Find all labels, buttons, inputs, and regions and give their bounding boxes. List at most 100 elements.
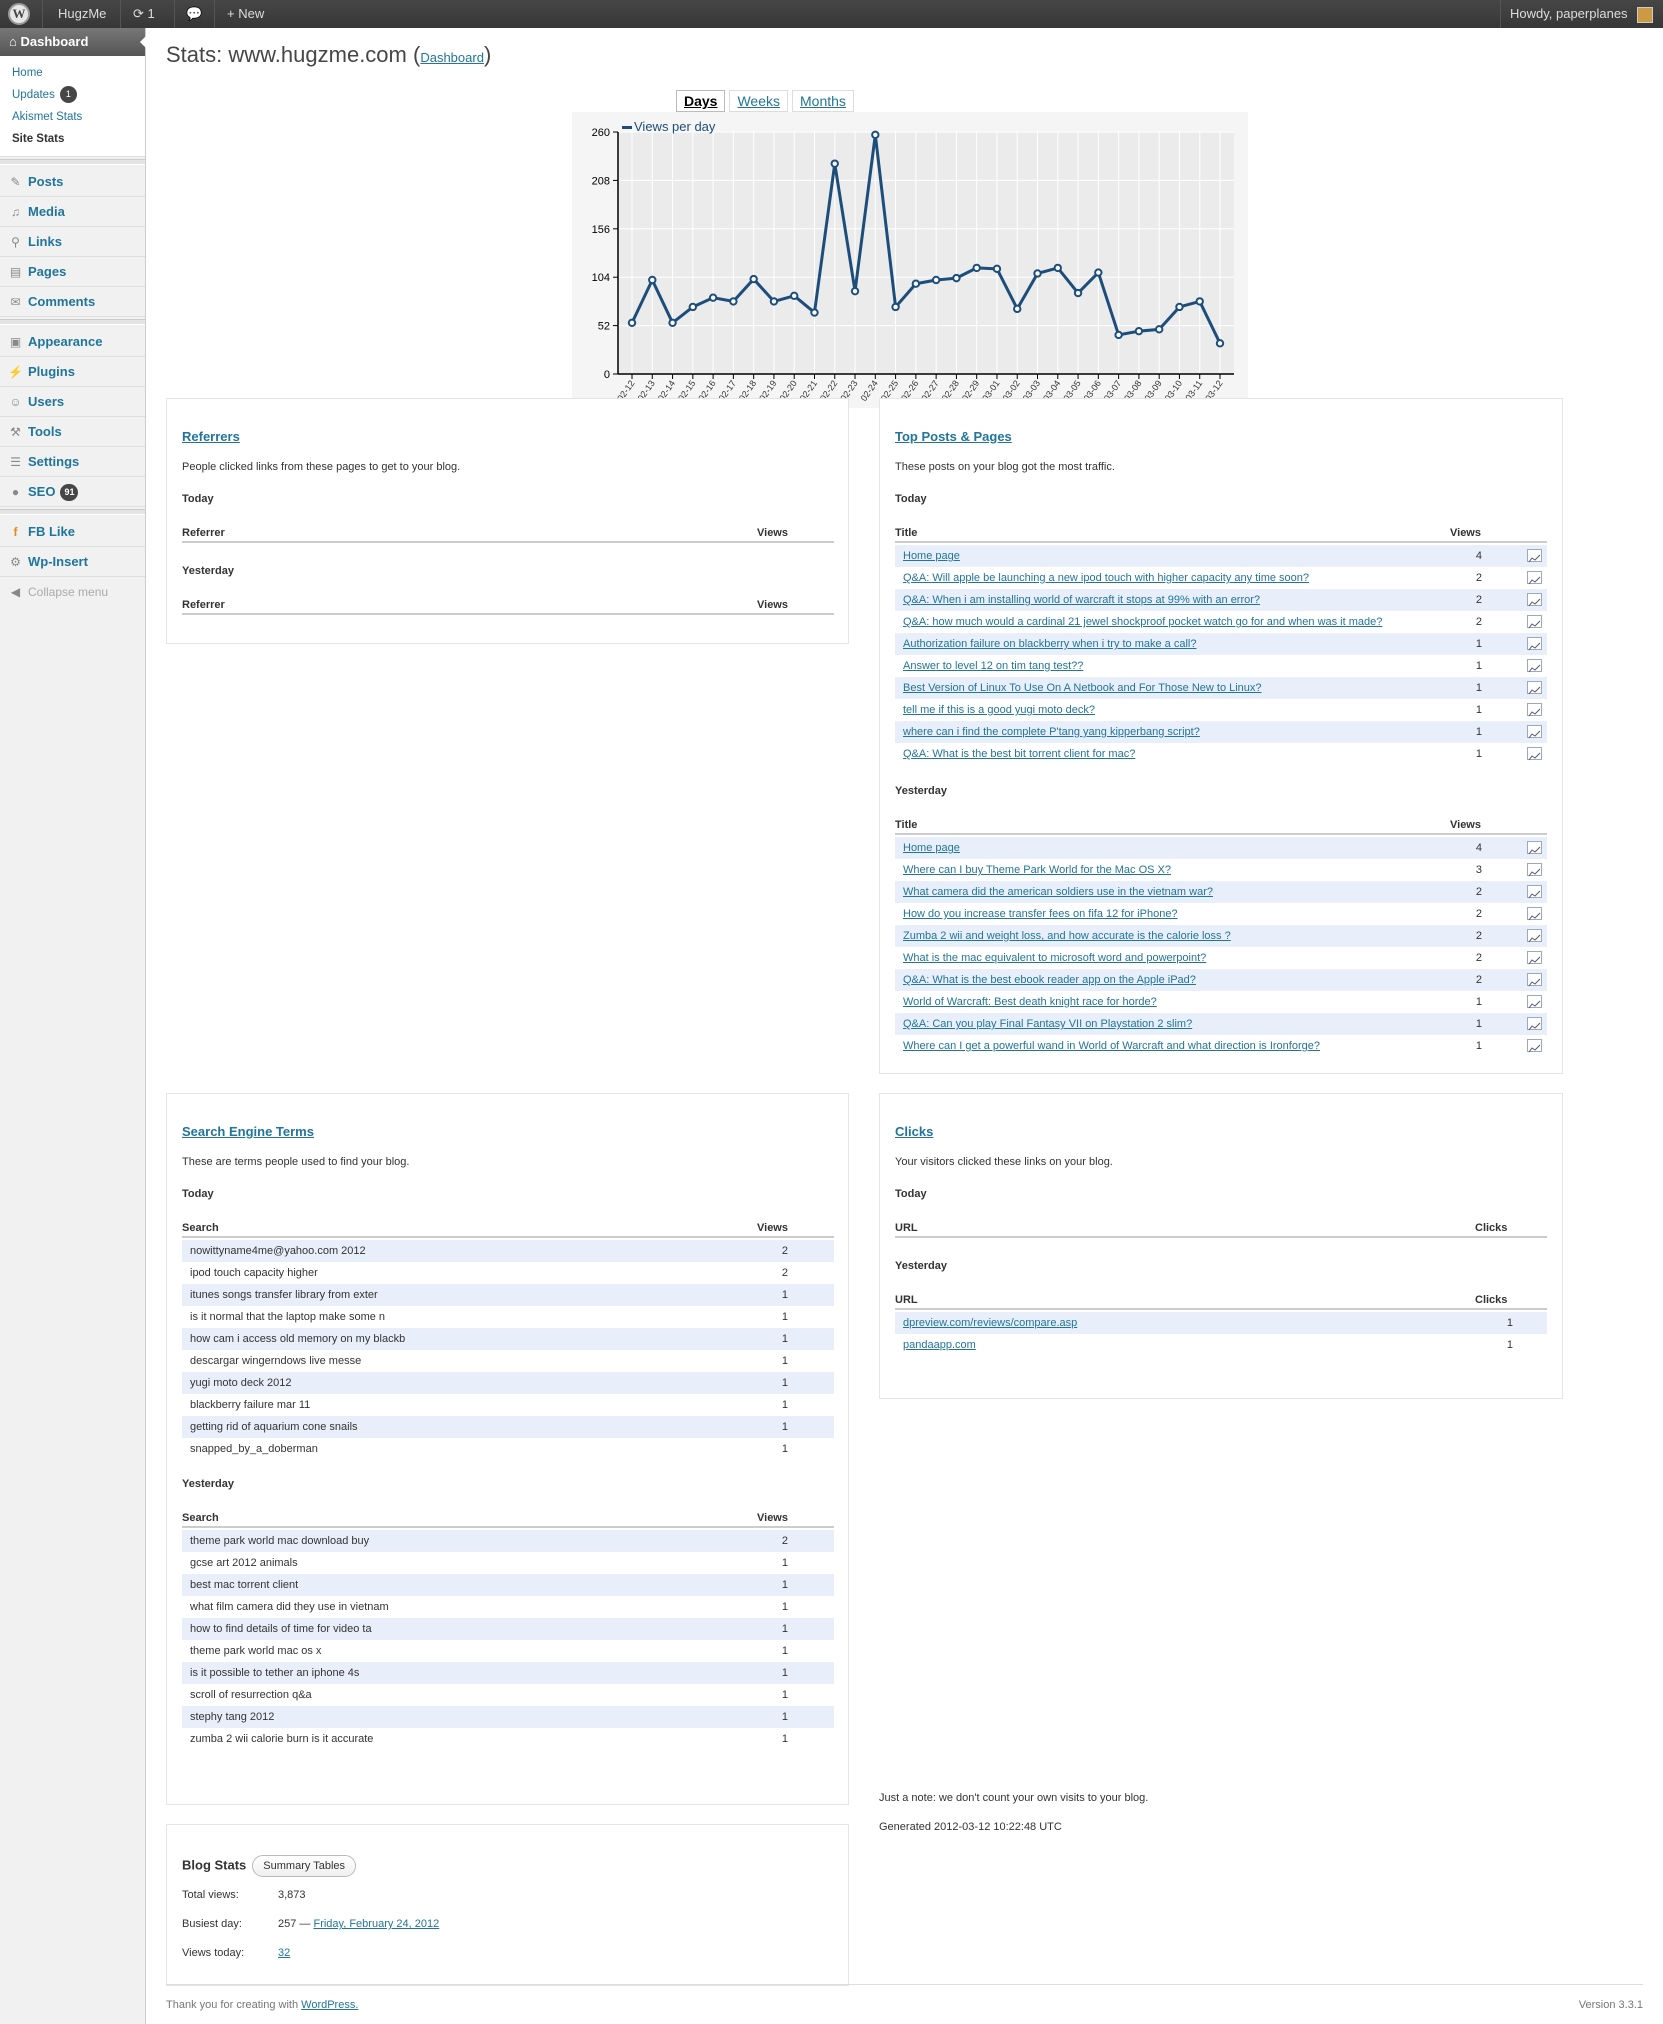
sparkline-chart-icon[interactable]: [1527, 1017, 1542, 1031]
submenu-updates[interactable]: Updates 1: [0, 84, 145, 106]
submenu-home[interactable]: Home: [0, 62, 145, 84]
tab-months[interactable]: Months: [792, 90, 854, 112]
menu-wp-insert[interactable]: ⚙ Wp-Insert: [0, 547, 145, 577]
top-posts-title[interactable]: Top Posts & Pages: [895, 429, 1012, 444]
views-today-link[interactable]: 32: [278, 1947, 290, 1959]
sparkline-chart-icon[interactable]: [1527, 747, 1542, 761]
menu-plugins[interactable]: ⚡ Plugins: [0, 357, 145, 387]
row-title: how to find details of time for video ta: [190, 1623, 372, 1635]
row-title[interactable]: Answer to level 12 on tim tang test??: [903, 655, 1450, 677]
sparkline-chart-icon[interactable]: [1527, 841, 1542, 855]
collapse-menu-button[interactable]: ◀ Collapse menu: [0, 577, 145, 607]
menu-links[interactable]: ⚲ Links: [0, 227, 145, 257]
row-title[interactable]: dpreview.com/reviews/compare.asp: [903, 1312, 1481, 1334]
row-title[interactable]: Where can I buy Theme Park World for the…: [903, 859, 1450, 881]
col-url: URL: [895, 1294, 918, 1306]
data-point: [1175, 302, 1184, 312]
sparkline-chart-icon[interactable]: [1527, 995, 1542, 1009]
sparkline-chart-icon[interactable]: [1527, 615, 1542, 629]
submenu-site-stats[interactable]: Site Stats: [0, 128, 145, 150]
table-row: nowittyname4me@yahoo.com 2012 2: [182, 1240, 834, 1262]
sparkline-chart-icon[interactable]: [1527, 929, 1542, 943]
row-title[interactable]: Home page: [903, 837, 1450, 859]
sparkline-chart-icon[interactable]: [1527, 549, 1542, 563]
sparkline-chart-icon[interactable]: [1527, 907, 1542, 921]
sparkline-chart-icon[interactable]: [1527, 571, 1542, 585]
row-value: 2: [781, 1267, 788, 1279]
menu-posts[interactable]: ✎ Posts: [0, 167, 145, 197]
referrers-title[interactable]: Referrers: [182, 429, 240, 444]
site-name-link[interactable]: HugzMe: [58, 0, 106, 28]
sparkline-chart-icon[interactable]: [1527, 681, 1542, 695]
row-title[interactable]: Q&A: Can you play Final Fantasy VII on P…: [903, 1013, 1450, 1035]
busiest-day-count: 257 —: [278, 1918, 311, 1930]
row-title[interactable]: Q&A: Will apple be launching a new ipod …: [903, 567, 1450, 589]
row-title[interactable]: pandaapp.com: [903, 1334, 1481, 1356]
summary-tables-button[interactable]: Summary Tables: [252, 1855, 357, 1877]
row-title[interactable]: Where can I get a powerful wand in World…: [903, 1035, 1450, 1057]
row-title[interactable]: How do you increase transfer fees on fif…: [903, 903, 1450, 925]
total-views-label: Total views:: [182, 1889, 239, 1901]
fb-icon: f: [13, 525, 18, 539]
sparkline-chart-icon[interactable]: [1527, 593, 1542, 607]
views-chart-svg: 05210415620826002-1202-1302-1402-1502-16…: [592, 119, 1234, 403]
sparkline-chart-icon[interactable]: [1527, 951, 1542, 965]
dashboard-link[interactable]: Dashboard: [420, 50, 484, 65]
sparkline-chart-icon[interactable]: [1527, 659, 1542, 673]
top-posts-yesterday-list: Home page 4 Where can I buy Theme Park Wor…: [895, 837, 1547, 1057]
table-row: how cam i access old memory on my blackb…: [182, 1328, 834, 1350]
sparkline-chart-icon[interactable]: [1527, 637, 1542, 651]
row-title[interactable]: Q&A: When i am installing world of warcr…: [903, 589, 1450, 611]
row-title[interactable]: Home page: [903, 545, 1450, 567]
data-point: [1094, 268, 1103, 277]
sparkline-chart-icon[interactable]: [1527, 973, 1542, 987]
row-value: 1: [1506, 1317, 1513, 1329]
menu-media[interactable]: ♫ Media: [0, 197, 145, 227]
menu-pages[interactable]: ▤ Pages: [0, 257, 145, 287]
wordpress-link[interactable]: WordPress.: [301, 1999, 358, 2011]
new-content-link[interactable]: + New: [227, 0, 264, 28]
sparkline-chart-icon[interactable]: [1527, 725, 1542, 739]
row-title[interactable]: Authorization failure on blackberry when…: [903, 633, 1450, 655]
menu-users[interactable]: ☺ Users: [0, 387, 145, 417]
row-title[interactable]: tell me if this is a good yugi moto deck…: [903, 699, 1450, 721]
menu-tools[interactable]: ⚒ Tools: [0, 417, 145, 447]
sparkline-chart-icon[interactable]: [1527, 885, 1542, 899]
sparkline-chart-icon[interactable]: [1527, 703, 1542, 717]
row-title[interactable]: Q&A: What is the best ebook reader app o…: [903, 969, 1450, 991]
tab-days[interactable]: Days: [676, 90, 726, 112]
updates-link[interactable]: ⟳ 1: [133, 0, 155, 28]
wordpress-logo-icon[interactable]: W: [8, 3, 30, 25]
tab-weeks[interactable]: Weeks: [729, 90, 789, 112]
row-title[interactable]: World of Warcraft: Best death knight rac…: [903, 991, 1450, 1013]
page-icon: ▤: [9, 265, 22, 279]
period-tabs: Days Weeks Months: [676, 90, 858, 112]
menu-settings[interactable]: ☰ Settings: [0, 447, 145, 477]
sparkline-chart-icon[interactable]: [1527, 863, 1542, 877]
row-value: 1: [781, 1667, 788, 1679]
sparkline-chart-icon[interactable]: [1527, 1039, 1542, 1053]
row-title[interactable]: What is the mac equivalent to microsoft …: [903, 947, 1450, 969]
row-title[interactable]: Q&A: What is the best bit torrent client…: [903, 743, 1450, 765]
clicks-title[interactable]: Clicks: [895, 1124, 933, 1139]
comment-icon[interactable]: 💬: [186, 0, 202, 28]
row-title[interactable]: where can i find the complete P'tang yan…: [903, 721, 1450, 743]
submenu-akismet-stats[interactable]: Akismet Stats: [0, 106, 145, 128]
row-title[interactable]: What camera did the american soldiers us…: [903, 881, 1450, 903]
row-title[interactable]: Zumba 2 wii and weight loss, and how acc…: [903, 925, 1450, 947]
footer-version: Version 3.3.1: [1578, 1999, 1643, 2011]
row-title[interactable]: Best Version of Linux To Use On A Netboo…: [903, 677, 1450, 699]
row-value: 1: [1475, 726, 1482, 738]
col-views: Views: [1450, 819, 1481, 831]
data-point: [688, 302, 698, 312]
menu-fb-like[interactable]: f FB Like: [0, 517, 145, 547]
busiest-day-link[interactable]: Friday, February 24, 2012: [313, 1918, 439, 1930]
search-terms-title[interactable]: Search Engine Terms: [182, 1124, 314, 1139]
menu-comments[interactable]: ✉ Comments: [0, 287, 145, 317]
menu-appearance[interactable]: ▣ Appearance: [0, 327, 145, 357]
menu-dashboard[interactable]: ⌂ Dashboard: [0, 28, 146, 56]
row-title[interactable]: Q&A: how much would a cardinal 21 jewel …: [903, 611, 1450, 633]
admin-sidebar: ⌂ Dashboard Home Updates 1 Akismet Stats …: [0, 28, 146, 2024]
howdy-user-menu[interactable]: Howdy, paperplanes: [1510, 0, 1654, 28]
menu-seo[interactable]: ● SEO 91: [0, 477, 145, 507]
